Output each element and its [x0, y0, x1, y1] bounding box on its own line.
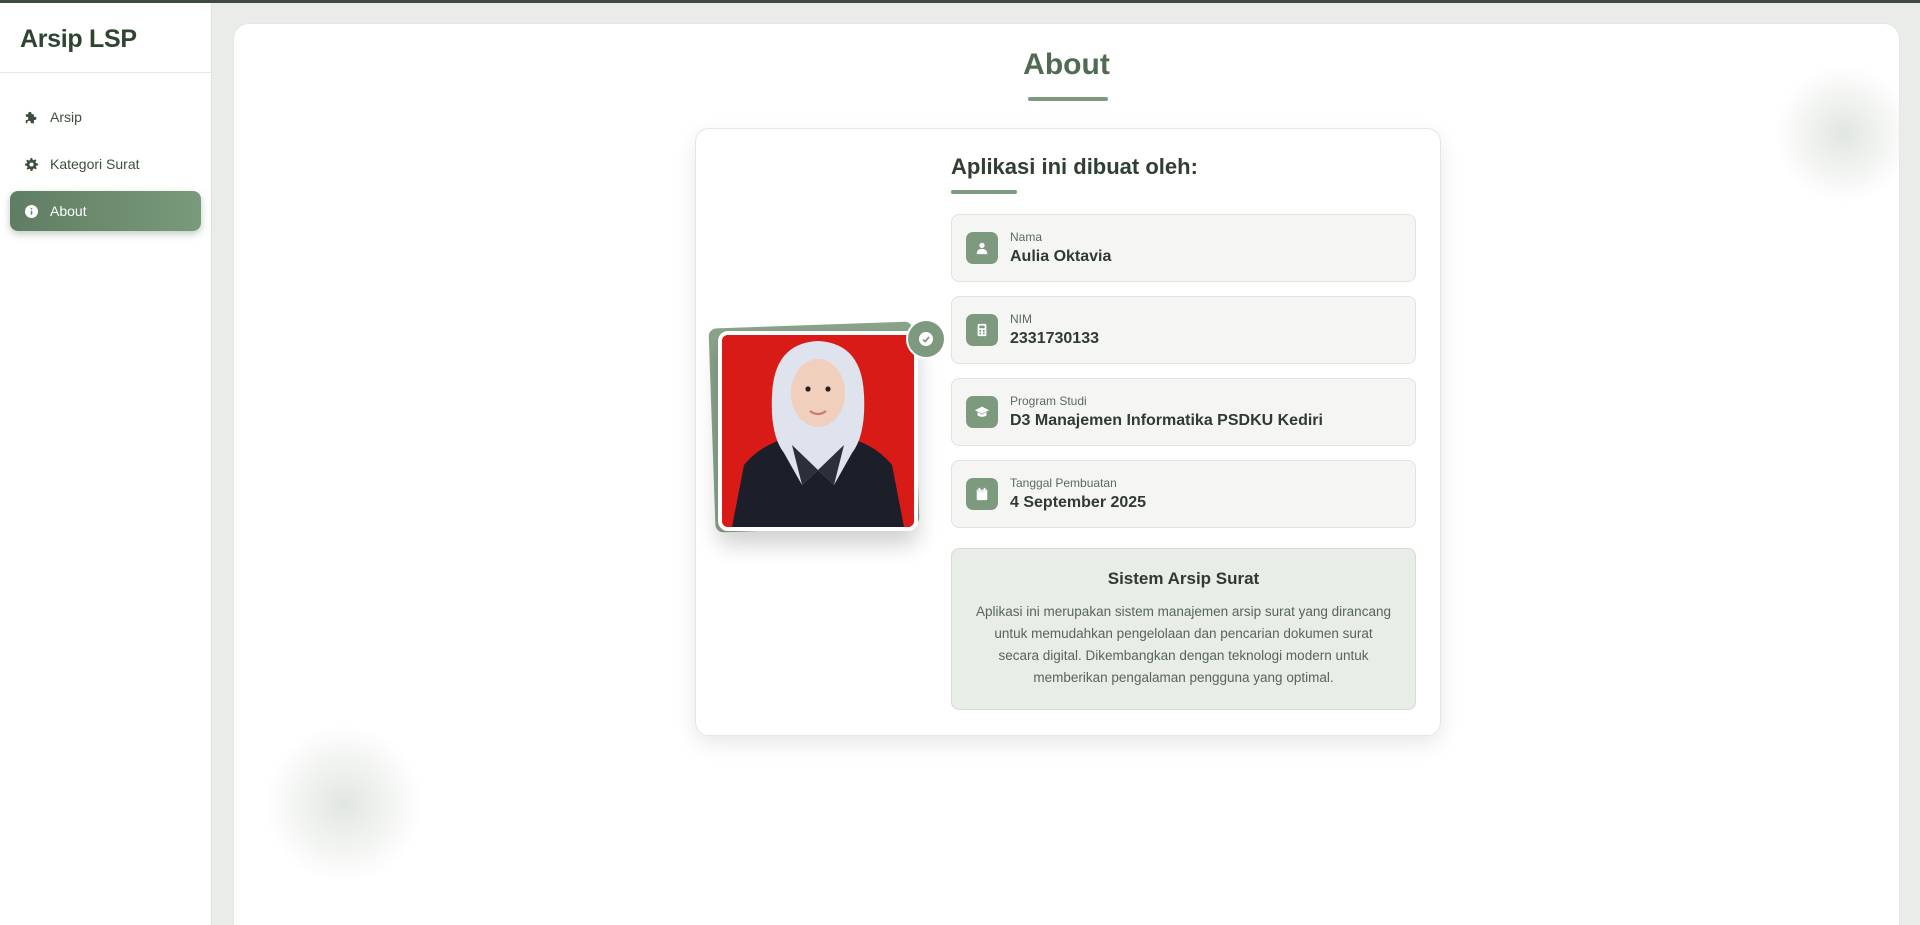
graduation-cap-icon [966, 396, 998, 428]
sidebar-item-label: Kategori Surat [50, 156, 140, 172]
field-value: 2331730133 [1010, 330, 1099, 347]
field-value: D3 Manajemen Informatika PSDKU Kediri [1010, 412, 1323, 429]
app-title: Arsip LSP [20, 25, 137, 53]
field-label: Nama [1010, 230, 1043, 244]
field-value: Aulia Oktavia [1010, 248, 1112, 265]
field-label: Tanggal Pembuatan [1010, 476, 1117, 490]
gear-icon [24, 157, 38, 171]
sidebar-item-label: About [50, 203, 87, 219]
verified-badge-icon [906, 319, 946, 359]
heading-underline [951, 190, 1017, 194]
info-icon [24, 204, 38, 218]
field-nama: Nama Aulia Oktavia [951, 214, 1416, 282]
page-title: About [1023, 48, 1110, 81]
about-card: Aplikasi ini dibuat oleh: Nama Aulia Okt… [695, 128, 1441, 736]
description-text: Aplikasi ini merupakan sistem manajemen … [976, 604, 1391, 685]
sidebar-nav: Arsip Kategori Surat About [0, 73, 211, 231]
title-underline [1028, 97, 1108, 101]
main-content: About Aplikasi ini dibuat oleh: Nama Aul… [233, 23, 1900, 925]
decorative-blob [264, 724, 424, 884]
sidebar-item-arsip[interactable]: Arsip [10, 97, 201, 137]
sidebar-item-about[interactable]: About [10, 191, 201, 231]
creator-heading: Aplikasi ini dibuat oleh: [951, 154, 1198, 179]
creator-info: Aplikasi ini dibuat oleh: Nama Aulia Okt… [951, 154, 1416, 710]
decorative-blob [1774, 64, 1899, 204]
calendar-icon [966, 478, 998, 510]
field-tanggal-pembuatan: Tanggal Pembuatan 4 September 2025 [951, 460, 1416, 528]
sidebar: Arsip LSP Arsip Kategori Surat About [0, 3, 212, 925]
field-label: Program Studi [1010, 394, 1087, 408]
puzzle-icon [24, 110, 38, 124]
profile-photo [718, 331, 918, 531]
field-program-studi: Program Studi D3 Manajemen Informatika P… [951, 378, 1416, 446]
sidebar-item-label: Arsip [50, 109, 82, 125]
brand: Arsip LSP [0, 3, 211, 73]
description-title: Sistem Arsip Surat [1107, 569, 1260, 588]
user-icon [966, 232, 998, 264]
field-value: 4 September 2025 [1010, 494, 1147, 511]
field-label: NIM [1010, 312, 1032, 326]
sidebar-item-kategori-surat[interactable]: Kategori Surat [10, 144, 201, 184]
window-top-border [0, 0, 1920, 3]
field-nim: NIM 2331730133 [951, 296, 1416, 364]
profile-photo-frame [708, 319, 946, 533]
system-description: Sistem Arsip Surat Aplikasi ini merupaka… [951, 548, 1416, 710]
calculator-icon [966, 314, 998, 346]
